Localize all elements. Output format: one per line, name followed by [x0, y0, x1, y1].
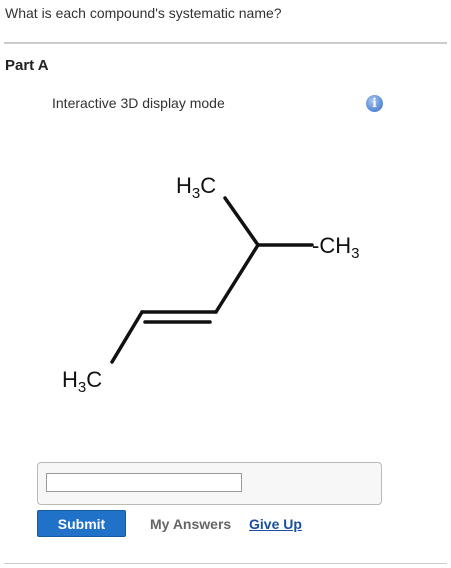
my-answers-link[interactable]: My Answers — [150, 516, 231, 532]
submit-button[interactable]: Submit — [37, 510, 126, 537]
divider-top — [4, 42, 447, 44]
give-up-link[interactable]: Give Up — [249, 516, 302, 532]
info-icon[interactable]: i — [366, 95, 383, 112]
divider-bottom — [4, 563, 447, 564]
question-text: What is each compound's systematic name? — [5, 5, 282, 21]
display-mode-label: Interactive 3D display mode — [52, 95, 225, 111]
label-h3c-bottom: H3C — [62, 367, 102, 396]
answer-container — [37, 462, 382, 505]
answer-input[interactable] — [46, 473, 242, 492]
molecule-structure[interactable]: H3C -CH3 H3C — [40, 150, 400, 410]
bond-branch-to-alkene — [214, 243, 260, 314]
part-title: Part A — [5, 57, 49, 74]
label-h3c-top: H3C — [176, 173, 216, 202]
bond-bottom-methyl — [110, 310, 144, 364]
bond-top-methyl — [223, 196, 260, 247]
label-ch3-right: -CH3 — [312, 233, 359, 262]
